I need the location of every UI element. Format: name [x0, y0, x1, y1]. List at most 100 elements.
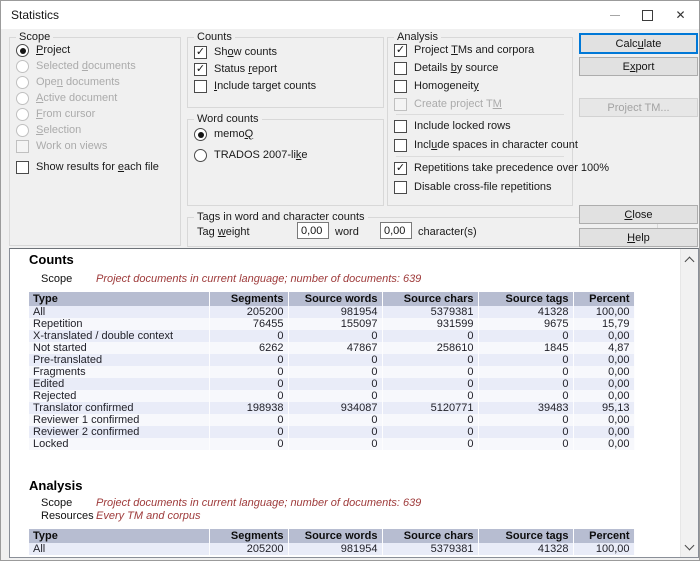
- selection-label: Selection: [36, 124, 81, 137]
- checkbox-icon: ✓: [194, 63, 207, 76]
- results-panel: Counts Scope Project documents in current…: [9, 248, 699, 558]
- active-document-radio: Active document: [16, 92, 178, 105]
- cell-value: 0: [288, 378, 382, 390]
- cell-value: 258610: [382, 342, 478, 354]
- cell-value: 41328: [478, 543, 573, 555]
- cell-value: 0: [209, 366, 288, 378]
- maximize-icon: [642, 10, 653, 21]
- scope-options: Project Selected documents Open documents A…: [16, 44, 178, 177]
- counts-options: ✓Show counts ✓Status report Include target…: [194, 46, 381, 97]
- disable-cross-file-repetitions-checkbox[interactable]: Disable cross-file repetitions: [394, 181, 570, 194]
- status-report-checkbox[interactable]: ✓Status report: [194, 63, 381, 76]
- selected-documents-label: Selected documents: [36, 60, 136, 73]
- cell-value: 0: [209, 414, 288, 426]
- cell-value: 0: [209, 390, 288, 402]
- details-by-source-label: Details by source: [414, 62, 498, 75]
- tag-weight-word-input[interactable]: [297, 222, 329, 239]
- row-label: Not started: [29, 342, 209, 354]
- memoq-radio[interactable]: memoQ: [194, 128, 381, 141]
- window-title: Statistics: [11, 8, 59, 22]
- cell-value: 39483: [478, 402, 573, 414]
- help-button[interactable]: Help: [579, 228, 698, 247]
- counts-scope-label: Scope: [41, 273, 96, 286]
- close-icon: ✕: [675, 9, 685, 21]
- checkbox-icon: [394, 80, 407, 93]
- radio-icon: [194, 128, 207, 141]
- column-header-percent: Percent: [573, 529, 634, 543]
- checkbox-icon: [394, 62, 407, 75]
- project-tm-button: Project TM...: [579, 98, 698, 117]
- checkbox-icon: [394, 98, 407, 111]
- scroll-up-button[interactable]: [681, 251, 697, 268]
- cell-value: 0: [478, 366, 573, 378]
- analysis-table: TypeSegmentsSource wordsSource charsSour…: [29, 529, 635, 555]
- column-header-source-chars: Source chars: [382, 292, 478, 306]
- cell-value: 100,00: [573, 543, 634, 555]
- table-row: Translator confirmed19893893408751207713…: [29, 402, 634, 414]
- cell-value: 6262: [209, 342, 288, 354]
- cell-value: 47867: [288, 342, 382, 354]
- calculate-button[interactable]: Calculate: [579, 33, 698, 54]
- vertical-scrollbar[interactable]: [680, 249, 698, 557]
- selected-documents-radio: Selected documents: [16, 60, 178, 73]
- cell-value: 0: [288, 426, 382, 438]
- cell-value: 0: [382, 330, 478, 342]
- close-window-button[interactable]: ✕: [664, 1, 697, 29]
- export-button[interactable]: Export: [579, 57, 698, 76]
- disable-cross-file-repetitions-label: Disable cross-file repetitions: [414, 181, 552, 194]
- tag-weight-char-input[interactable]: [380, 222, 412, 239]
- statistics-table: TypeSegmentsSource wordsSource charsSour…: [29, 529, 635, 555]
- active-document-label: Active document: [36, 92, 117, 105]
- project-radio[interactable]: Project: [16, 44, 178, 57]
- open-documents-radio: Open documents: [16, 76, 178, 89]
- project-label: Project: [36, 44, 70, 57]
- show-results-for-each-file-checkbox[interactable]: Show results for each file: [16, 161, 178, 174]
- cell-value: 0: [209, 438, 288, 450]
- column-header-source-words: Source words: [288, 529, 382, 543]
- include-target-counts-checkbox[interactable]: Include target counts: [194, 80, 381, 93]
- column-header-source-tags: Source tags: [478, 529, 573, 543]
- tag-weight-word-unit: word: [335, 226, 359, 238]
- table-header-row: TypeSegmentsSource wordsSource charsSour…: [29, 529, 634, 543]
- cell-value: 0: [382, 390, 478, 402]
- column-header-source-words: Source words: [288, 292, 382, 306]
- from-cursor-label: From cursor: [36, 108, 95, 121]
- cell-value: 0: [382, 426, 478, 438]
- tags-group-label: Tags in word and character counts: [194, 211, 368, 223]
- project-tms-and-corpora-checkbox[interactable]: ✓Project TMs and corpora: [394, 44, 570, 57]
- cell-value: 41328: [478, 306, 573, 318]
- show-counts-checkbox[interactable]: ✓Show counts: [194, 46, 381, 59]
- table-row: Repetition76455155097931599967515,79: [29, 318, 634, 330]
- cell-value: 0: [209, 354, 288, 366]
- analysis-resources-value: Every TM and corpus: [96, 510, 201, 522]
- cell-value: 981954: [288, 543, 382, 555]
- row-label: Reviewer 1 confirmed: [29, 414, 209, 426]
- close-button[interactable]: Close: [579, 205, 698, 224]
- repetitions-take-precedence-checkbox[interactable]: ✓Repetitions take precedence over 100%: [394, 162, 570, 175]
- cell-value: 0: [478, 414, 573, 426]
- table-row: Reviewer 2 confirmed00000,00: [29, 426, 634, 438]
- include-locked-rows-checkbox[interactable]: Include locked rows: [394, 120, 570, 133]
- include-spaces-in-character-count-label: Include spaces in character count: [414, 139, 578, 152]
- cell-value: 0: [382, 366, 478, 378]
- row-label: Locked: [29, 438, 209, 450]
- checkbox-icon: [394, 139, 407, 152]
- details-by-source-checkbox[interactable]: Details by source: [394, 62, 570, 75]
- table-row: Rejected00000,00: [29, 390, 634, 402]
- homogeneity-checkbox[interactable]: Homogeneity: [394, 80, 570, 93]
- column-header-segments: Segments: [209, 292, 288, 306]
- counts-heading: Counts: [29, 252, 74, 267]
- analysis-scope-value: Project documents in current language; n…: [96, 497, 421, 509]
- cell-value: 0: [288, 438, 382, 450]
- selection-radio: Selection: [16, 124, 178, 137]
- cell-value: 0: [288, 366, 382, 378]
- row-label: Pre-translated: [29, 354, 209, 366]
- maximize-button[interactable]: [631, 1, 664, 29]
- cell-value: 0: [382, 414, 478, 426]
- statistics-table: TypeSegmentsSource wordsSource charsSour…: [29, 292, 635, 450]
- trados-2007-like-radio[interactable]: TRADOS 2007-like: [194, 149, 381, 162]
- include-spaces-in-character-count-checkbox[interactable]: Include spaces in character count: [394, 139, 570, 152]
- cell-value: 100,00: [573, 306, 634, 318]
- scroll-down-button[interactable]: [681, 538, 697, 555]
- analysis-resources-label: Resources: [41, 510, 96, 523]
